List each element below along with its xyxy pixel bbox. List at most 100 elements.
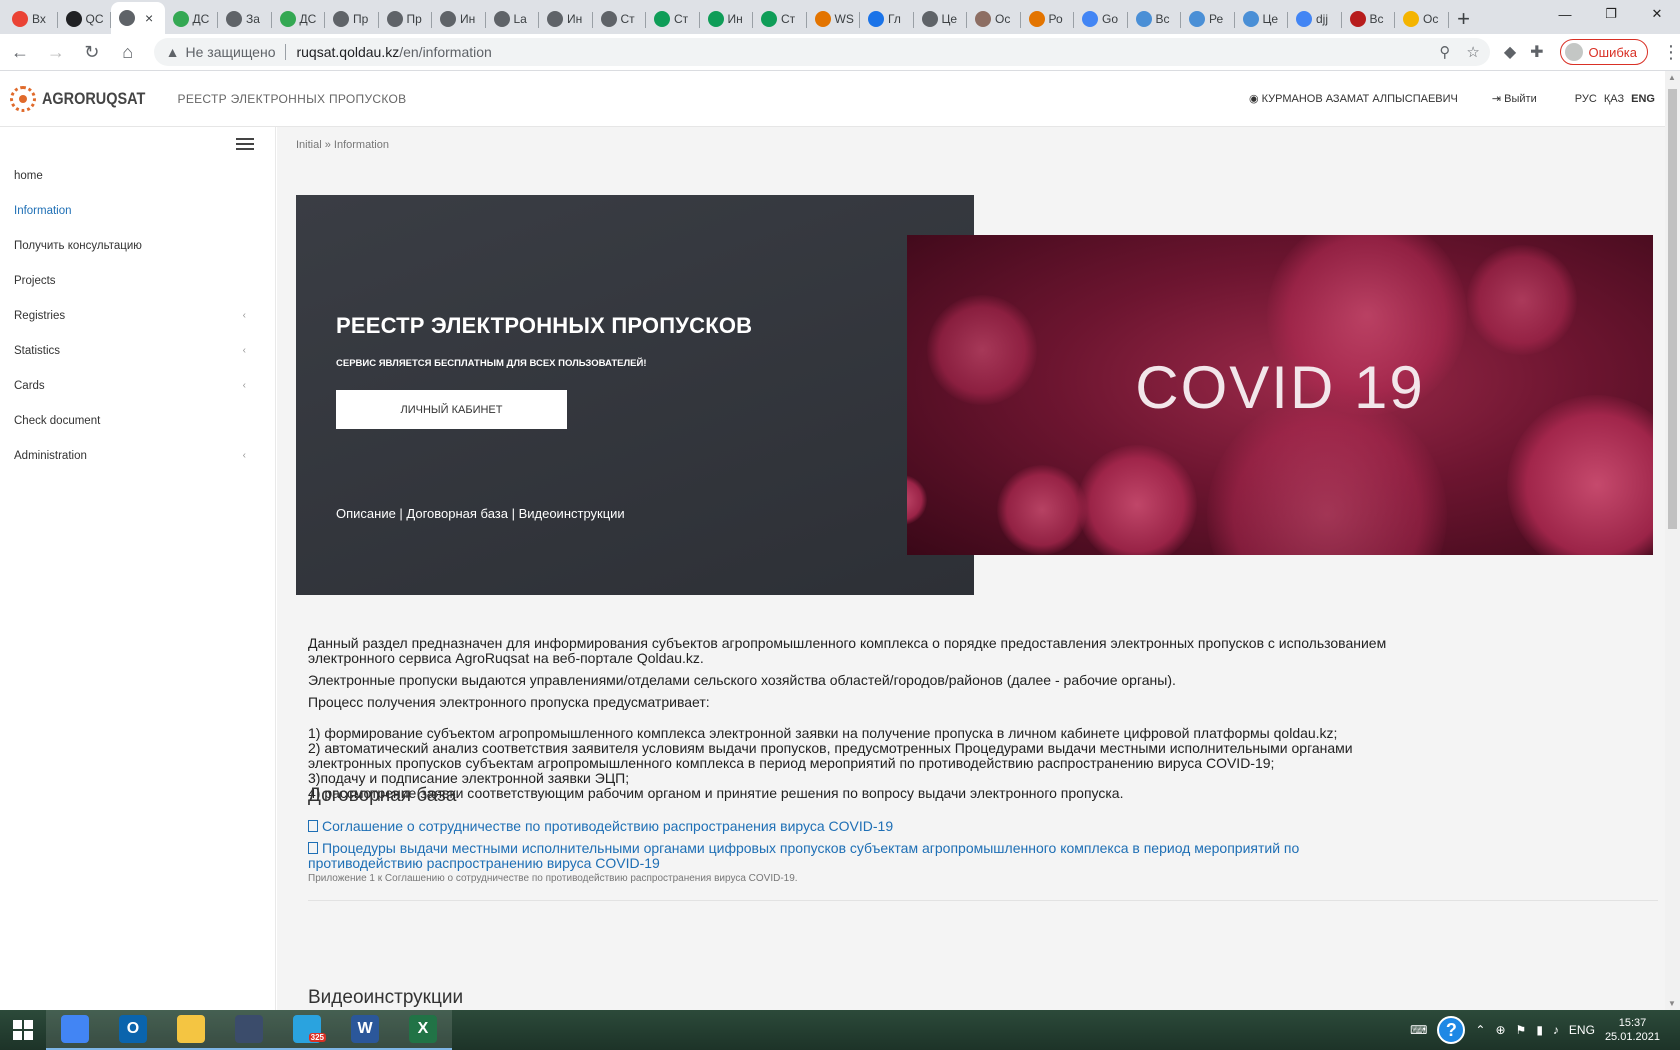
windows-logo-icon: [13, 1020, 33, 1040]
site-logo[interactable]: AGRORUQSAT: [10, 85, 164, 112]
taskbar-app-chrome[interactable]: [46, 1010, 104, 1050]
personal-cabinet-button[interactable]: ЛИЧНЫЙ КАБИНЕТ: [336, 390, 567, 429]
browser-tab[interactable]: Це: [1235, 4, 1289, 34]
puzzle-extensions-icon[interactable]: ✚: [1530, 42, 1543, 62]
taskbar-app-outlook[interactable]: O: [104, 1010, 162, 1050]
document-link[interactable]: Процедуры выдачи местными исполнительным…: [308, 841, 1368, 871]
browser-tab[interactable]: Ос: [967, 4, 1021, 34]
intro-paragraph: Электронные пропуски выдаются управления…: [308, 672, 1176, 688]
sidebar-item-home[interactable]: home: [0, 158, 276, 193]
scroll-down-icon[interactable]: ▼: [1668, 999, 1676, 1008]
minimize-button[interactable]: —: [1542, 0, 1588, 28]
url-host: ruqsat.qoldau.kz: [296, 44, 400, 60]
browser-tab[interactable]: QC: [58, 4, 112, 34]
start-button[interactable]: [0, 1010, 46, 1050]
document-link[interactable]: Соглашение о сотрудничестве по противоде…: [308, 819, 1408, 834]
hamburger-menu-icon[interactable]: [236, 138, 254, 150]
tab-title: Ос: [1423, 12, 1439, 26]
hero-section-links[interactable]: Описание | Договорная база | Видеоинстру…: [336, 506, 625, 521]
browser-tab[interactable]: Ре: [1181, 4, 1235, 34]
tray-expand-icon[interactable]: ⌃: [1475, 1023, 1485, 1037]
volume-icon[interactable]: ♪: [1553, 1023, 1559, 1037]
battery-icon[interactable]: ▮: [1536, 1023, 1543, 1037]
browser-tab[interactable]: Go: [1074, 4, 1128, 34]
network-icon[interactable]: ⊕: [1495, 1023, 1505, 1037]
browser-tab[interactable]: За: [218, 4, 272, 34]
clock[interactable]: 15:37 25.01.2021: [1605, 1016, 1660, 1044]
sidebar-item-information[interactable]: Information: [0, 193, 276, 228]
extension-icon[interactable]: ◆: [1504, 42, 1516, 62]
sidebar-item-statistics[interactable]: Statistics ‹: [0, 333, 276, 368]
document-icon: [308, 842, 318, 854]
home-icon[interactable]: ⌂: [112, 36, 144, 68]
browser-tab[interactable]: Гл: [860, 4, 914, 34]
sidebar-item-cards[interactable]: Cards ‹: [0, 368, 276, 403]
forward-icon[interactable]: →: [40, 36, 72, 68]
sidebar-item-administration[interactable]: Administration ‹: [0, 438, 276, 473]
close-tab-icon[interactable]: ×: [145, 10, 153, 26]
address-bar[interactable]: ▲ Не защищено ruqsat.qoldau.kz/en/inform…: [153, 38, 1490, 66]
sheets-icon: [707, 11, 724, 27]
new-tab-button[interactable]: +: [1449, 4, 1479, 34]
browser-tab[interactable]: ДС: [165, 4, 219, 34]
omnibox-divider: [285, 44, 287, 60]
browser-tab[interactable]: ×: [111, 2, 165, 34]
tab-title: Пр: [353, 12, 369, 26]
browser-tab[interactable]: Вс: [1128, 4, 1182, 34]
browser-tab[interactable]: La: [486, 4, 540, 34]
taskbar-app-excel[interactable]: X: [394, 1010, 452, 1050]
section-divider: [308, 900, 1658, 901]
lang-rus[interactable]: РУС: [1575, 93, 1597, 105]
browser-tab[interactable]: Ос: [1395, 4, 1449, 34]
browser-menu-icon[interactable]: ⋮: [1662, 42, 1680, 63]
taskbar-app-explorer[interactable]: [162, 1010, 220, 1050]
close-window-button[interactable]: ✕: [1634, 0, 1680, 28]
browser-tab[interactable]: Ст: [593, 4, 647, 34]
browser-tab[interactable]: ДС: [272, 4, 326, 34]
tab-title: Ро: [1048, 12, 1063, 26]
sidebar-item-registries[interactable]: Registries ‹: [0, 298, 276, 333]
scrollbar-thumb[interactable]: [1668, 89, 1677, 529]
chevron-left-icon: ‹: [242, 310, 246, 321]
browser-tab[interactable]: Ин: [432, 4, 486, 34]
restore-button[interactable]: ❐: [1588, 0, 1634, 28]
lang-kaz[interactable]: ҚАЗ: [1604, 93, 1624, 105]
browser-tab[interactable]: Вх: [4, 4, 58, 34]
intro-paragraph: Процесс получения электронного пропуска …: [308, 694, 710, 710]
browser-tab[interactable]: Це: [914, 4, 968, 34]
browser-tab[interactable]: Ро: [1021, 4, 1075, 34]
browser-tab[interactable]: Ст: [753, 4, 807, 34]
browser-tab[interactable]: djj: [1288, 4, 1342, 34]
zoom-icon[interactable]: ⚲: [1439, 43, 1450, 61]
browser-tab[interactable]: Ин: [700, 4, 754, 34]
browser-tab[interactable]: WS: [807, 4, 861, 34]
browser-tab[interactable]: Ин: [539, 4, 593, 34]
scroll-up-icon[interactable]: ▲: [1668, 73, 1676, 82]
reload-icon[interactable]: ↻: [76, 36, 108, 68]
keyboard-icon[interactable]: ⌨: [1410, 1023, 1427, 1037]
sidebar-item-получить-консультацию[interactable]: Получить консультацию: [0, 228, 276, 263]
browser-tab[interactable]: Пр: [325, 4, 379, 34]
flag-icon[interactable]: ⚑: [1516, 1023, 1527, 1037]
taskbar-app-word[interactable]: W: [336, 1010, 394, 1050]
bookmark-star-icon[interactable]: ☆: [1466, 43, 1479, 61]
page-scrollbar[interactable]: ▲ ▼: [1665, 71, 1680, 1010]
help-icon[interactable]: ?: [1437, 1016, 1466, 1044]
translate-icon: [1082, 11, 1098, 27]
logout-link[interactable]: ⇥ Выйти: [1492, 92, 1537, 105]
input-language[interactable]: ENG: [1569, 1023, 1595, 1037]
user-profile-link[interactable]: ◉ КУРМАНОВ АЗАМАТ АЛПЫСПАЕВИЧ: [1249, 92, 1458, 105]
sidebar-item-label: Statistics: [14, 344, 61, 357]
browser-tab[interactable]: Вс: [1342, 4, 1396, 34]
taskbar-app-telegram[interactable]: 325: [278, 1010, 336, 1050]
tab-title: Ст: [674, 12, 689, 26]
lang-eng[interactable]: ENG: [1631, 93, 1655, 105]
back-icon[interactable]: ←: [4, 36, 36, 68]
profile-error-button[interactable]: Ошибка: [1559, 39, 1648, 65]
sidebar-item-check-document[interactable]: Check document: [0, 403, 276, 438]
browser-tab[interactable]: Пр: [379, 4, 433, 34]
browser-tab[interactable]: Ст: [646, 4, 700, 34]
taskbar-app-vpn[interactable]: [220, 1010, 278, 1050]
ws-icon: [1028, 11, 1045, 27]
sidebar-item-projects[interactable]: Projects: [0, 263, 276, 298]
